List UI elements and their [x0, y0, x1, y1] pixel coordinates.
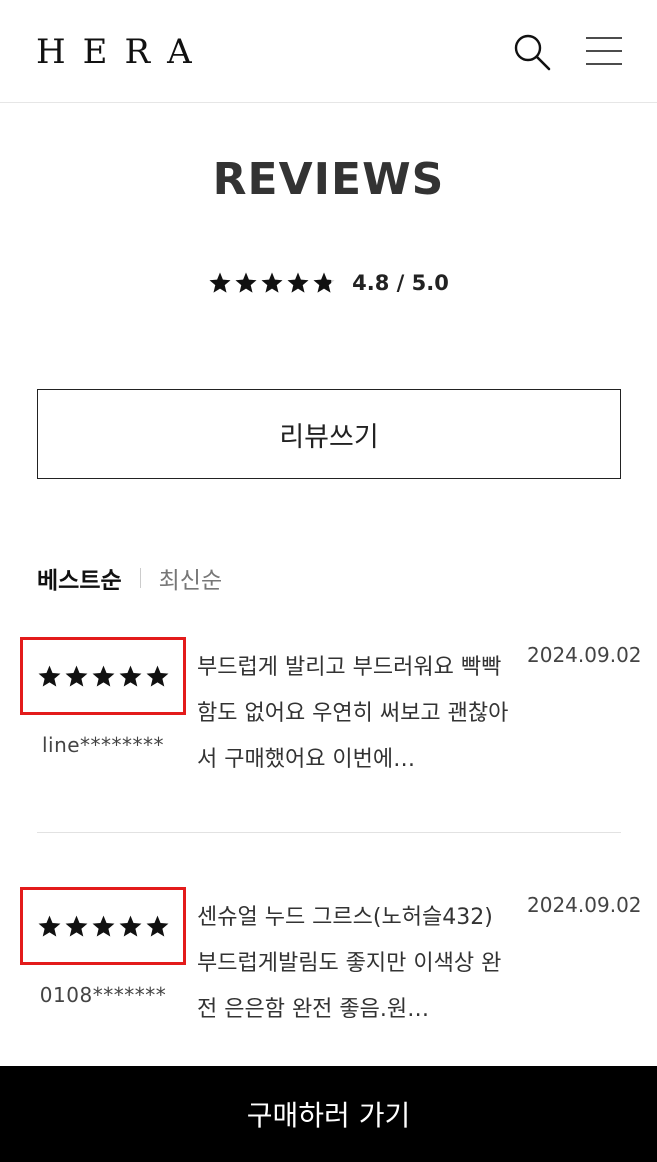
star-icon	[38, 665, 60, 686]
buy-now-button[interactable]: 구매하러 가기	[0, 1066, 657, 1162]
review-date: 2024.09.02	[527, 893, 642, 917]
page: HERA REVIEWS 4.8 / 5.0 리뷰쓰기 베스트순 최신순 lin…	[0, 0, 657, 1162]
star-icon	[313, 272, 335, 293]
star-icon	[261, 272, 283, 293]
average-rating: 4.8 / 5.0	[0, 266, 657, 300]
sort-divider	[139, 568, 141, 588]
review-star-rating	[20, 637, 186, 715]
average-score: 4.8 / 5.0	[352, 271, 449, 295]
sort-tab-best[interactable]: 베스트순	[37, 561, 122, 595]
star-icon	[119, 665, 141, 686]
star-icon	[287, 272, 309, 293]
sort-tabs: 베스트순 최신순	[37, 560, 222, 596]
review-author: 0108*******	[39, 983, 167, 1007]
review-text[interactable]: 센슈얼 누드 그르스(노허슬432) 부드럽게발림도 좋지만 이색상 완전 은은…	[197, 895, 515, 1033]
search-icon	[514, 34, 551, 71]
star-icon	[92, 915, 114, 936]
star-icon	[235, 272, 257, 293]
menu-button[interactable]	[586, 36, 622, 68]
review-item[interactable]: line******** 부드럽게 발리고 부드러워요 빡빡함도 없어요 우연히…	[0, 637, 657, 837]
star-icon	[65, 915, 87, 936]
reviews-title: REVIEWS	[212, 154, 445, 205]
review-star-rating	[20, 887, 186, 965]
star-icon	[146, 915, 168, 936]
star-icon	[209, 272, 231, 293]
star-rating-icons	[37, 664, 170, 689]
star-icon	[65, 665, 87, 686]
star-icon	[38, 915, 60, 936]
review-divider	[37, 832, 621, 833]
review-author: line********	[41, 733, 165, 757]
sort-tab-latest[interactable]: 최신순	[159, 561, 222, 595]
review-date: 2024.09.02	[527, 643, 642, 667]
top-header: HERA	[0, 0, 657, 103]
hamburger-menu-icon	[586, 37, 622, 65]
brand-logo[interactable]: HERA	[36, 32, 209, 72]
star-icon	[119, 915, 141, 936]
star-rating-icons	[37, 914, 170, 939]
write-review-button[interactable]: 리뷰쓰기	[37, 389, 621, 479]
review-item[interactable]: 0108******* 센슈얼 누드 그르스(노허슬432) 부드럽게발림도 좋…	[0, 887, 657, 1087]
search-button[interactable]	[512, 32, 552, 72]
average-star-rating	[208, 271, 336, 295]
star-icon	[92, 665, 114, 686]
review-text[interactable]: 부드럽게 발리고 부드러워요 빡빡함도 없어요 우연히 써보고 괜찮아서 구매했…	[197, 645, 515, 783]
star-icon	[146, 665, 168, 686]
